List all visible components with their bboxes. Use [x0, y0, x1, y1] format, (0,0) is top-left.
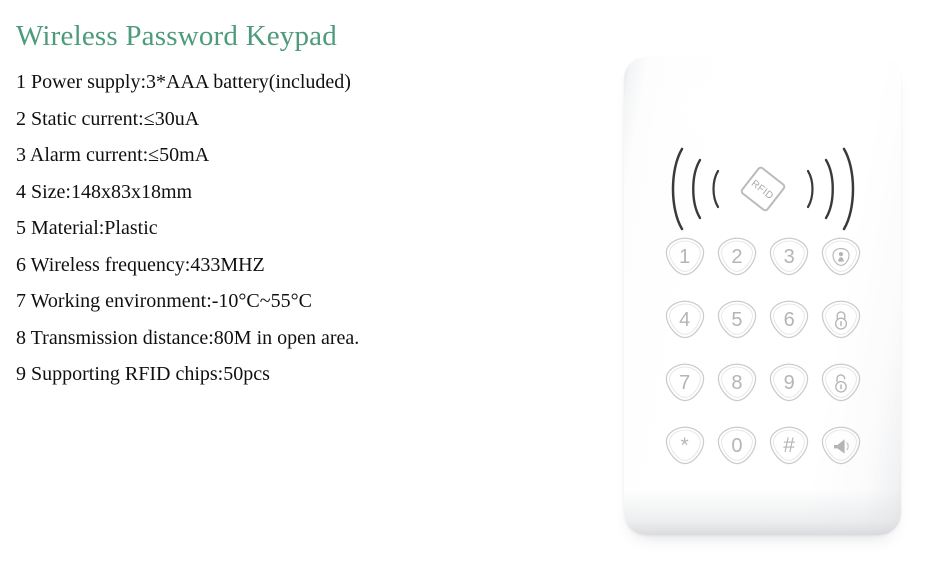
spec-item: 5 Material:Plastic [16, 217, 158, 239]
key-label: 1 [679, 245, 691, 268]
key-6[interactable]: 6 [767, 298, 811, 341]
spec-item: 9 Supporting RFID chips:50pcs [16, 363, 270, 385]
wireless-keypad-device: RFID 1 2 3 4 5 6 7 8 9 * 0 # [624, 57, 901, 535]
device-bottom-shading [624, 489, 901, 535]
spec-item: 7 Working environment:-10°C~55°C [16, 290, 312, 312]
key-star[interactable]: * [663, 424, 707, 467]
key-home-arm[interactable] [819, 235, 863, 278]
key-label: 7 [679, 371, 691, 394]
spec-item: 2 Static current:≤30uA [16, 107, 200, 130]
product-image-area: RFID 1 2 3 4 5 6 7 8 9 * 0 # [600, 0, 950, 565]
spec-item: 1 Power supply:3*AAA battery(included) [16, 71, 351, 93]
lock-closed-icon [819, 298, 863, 341]
key-5[interactable]: 5 [715, 298, 759, 341]
key-label: 9 [783, 371, 795, 394]
key-label: 6 [783, 308, 795, 331]
key-3[interactable]: 3 [767, 235, 811, 278]
key-1[interactable]: 1 [663, 235, 707, 278]
home-arm-icon [819, 235, 863, 278]
key-arm-lock[interactable] [819, 298, 863, 341]
spec-item: 4 Size:148x83x18mm [16, 180, 193, 203]
key-2[interactable]: 2 [715, 235, 759, 278]
key-sos-speaker[interactable] [819, 424, 863, 467]
spec-item: 6 Wireless frequency:433MHZ [16, 253, 265, 276]
page-title: Wireless Password Keypad [16, 20, 337, 52]
key-label: 4 [679, 308, 691, 331]
speaker-icon [819, 424, 863, 467]
rfid-wave-right-arcs [806, 147, 854, 231]
keypad-button-grid[interactable]: 1 2 3 4 5 6 7 8 9 * 0 # [662, 235, 864, 467]
key-0[interactable]: 0 [715, 424, 759, 467]
key-disarm-unlock[interactable] [819, 361, 863, 404]
key-label: 3 [783, 245, 795, 268]
key-8[interactable]: 8 [715, 361, 759, 404]
spec-item: 3 Alarm current:≤50mA [16, 144, 210, 166]
key-hash[interactable]: # [767, 424, 811, 467]
key-label: 5 [731, 308, 743, 331]
svg-text:RFID: RFID [748, 178, 774, 202]
specification-list: 1 Power supply:3*AAA battery(included) 2 … [16, 64, 600, 393]
key-label: 2 [731, 245, 743, 268]
lock-open-icon [819, 361, 863, 404]
key-label: * [680, 434, 689, 457]
rfid-badge-diamond: RFID [740, 166, 785, 212]
rfid-wave-left-arcs [671, 147, 719, 231]
key-7[interactable]: 7 [663, 361, 707, 404]
key-label: 8 [731, 371, 743, 394]
key-label: 0 [731, 434, 743, 457]
key-label: # [783, 434, 795, 457]
spec-item: 8 Transmission distance:80M in open area… [16, 326, 360, 349]
key-4[interactable]: 4 [663, 298, 707, 341]
product-specification-panel: Wireless Password Keypad 1 Power supply:… [0, 0, 600, 565]
rfid-emblem: RFID [668, 143, 858, 235]
key-9[interactable]: 9 [767, 361, 811, 404]
